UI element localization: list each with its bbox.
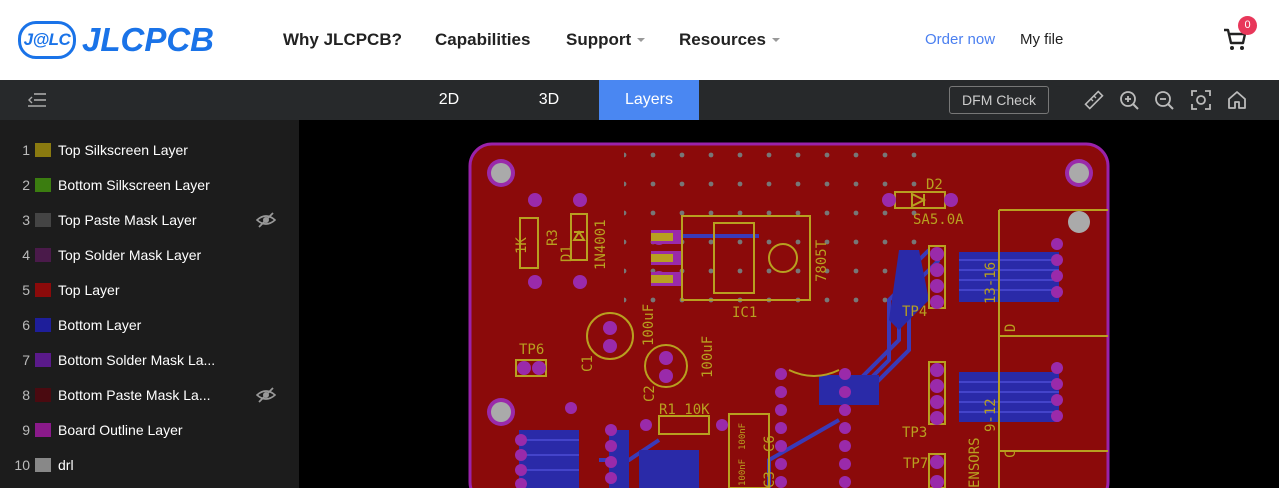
silk-9-12: 9-12 bbox=[983, 398, 999, 432]
silk-c: C bbox=[1003, 450, 1019, 458]
tab-layers[interactable]: Layers bbox=[599, 80, 699, 120]
nav-capabilities[interactable]: Capabilities bbox=[435, 0, 530, 80]
layer-number: 8 bbox=[22, 386, 30, 403]
layer-color-swatch bbox=[35, 422, 51, 437]
layer-color-swatch bbox=[35, 177, 51, 192]
layer-number: 7 bbox=[22, 351, 30, 368]
chevron-down-icon bbox=[637, 38, 646, 42]
eye-hidden-icon[interactable] bbox=[256, 386, 276, 404]
layer-item[interactable]: 10 drl bbox=[0, 447, 299, 482]
layer-item[interactable]: 4 Top Solder Mask Layer bbox=[0, 237, 299, 272]
nav-why-jlcpcb[interactable]: Why JLCPCB? bbox=[283, 0, 402, 80]
layer-label: Top Silkscreen Layer bbox=[58, 141, 188, 158]
layer-number: 3 bbox=[22, 211, 30, 228]
dfm-check-button[interactable]: DFM Check bbox=[949, 86, 1049, 114]
order-now-link[interactable]: Order now bbox=[925, 31, 995, 48]
layer-label: Top Solder Mask Layer bbox=[58, 246, 202, 263]
layer-label: Board Outline Layer bbox=[58, 421, 183, 438]
layer-number: 5 bbox=[22, 281, 30, 298]
layer-color-swatch bbox=[35, 247, 51, 262]
eye-hidden-icon[interactable] bbox=[256, 211, 276, 229]
tab-3d[interactable]: 3D bbox=[499, 80, 599, 120]
layer-label: Top Layer bbox=[58, 281, 120, 298]
layer-color-swatch bbox=[35, 282, 51, 297]
silk-1k: 1K bbox=[514, 237, 530, 254]
pcb-board-render: R3 1K D1 1N4001 D2 SA5.0A IC1 7805T TP6 … bbox=[468, 142, 1110, 488]
silk-c1: C1 bbox=[580, 355, 596, 372]
logo-badge: J@LC bbox=[18, 21, 76, 59]
layer-color-swatch bbox=[35, 317, 51, 332]
layer-number: 2 bbox=[22, 176, 30, 193]
nav-support[interactable]: Support bbox=[566, 0, 646, 80]
silk-tp7: TP7 bbox=[903, 456, 928, 472]
cart-count-badge: 0 bbox=[1238, 16, 1257, 35]
layer-color-swatch bbox=[35, 212, 51, 227]
fit-screen-icon[interactable] bbox=[1191, 90, 1211, 110]
nav-resources[interactable]: Resources bbox=[679, 0, 780, 80]
viewer-toolbar: 2D 3D Layers DFM Check bbox=[0, 80, 1279, 120]
layer-item[interactable]: 9 Board Outline Layer bbox=[0, 412, 299, 447]
layer-item[interactable]: 5 Top Layer bbox=[0, 272, 299, 307]
layer-item[interactable]: 1 Top Silkscreen Layer bbox=[0, 132, 299, 167]
layer-number: 6 bbox=[22, 316, 30, 333]
nav-label: Capabilities bbox=[435, 30, 531, 49]
layer-item[interactable]: 2 Bottom Silkscreen Layer bbox=[0, 167, 299, 202]
silk-d1: D1 bbox=[559, 245, 575, 262]
silk-ic1: IC1 bbox=[732, 305, 757, 321]
silk-r3: R3 bbox=[545, 229, 561, 246]
layer-color-swatch bbox=[35, 457, 51, 472]
nav-label: Resources bbox=[679, 30, 766, 49]
layer-number: 1 bbox=[22, 141, 30, 158]
silk-tp6: TP6 bbox=[519, 342, 544, 358]
silk-100uf-1: 100uF bbox=[641, 304, 657, 346]
silk-c6: C6 bbox=[762, 435, 778, 452]
silk-7805t: 7805T bbox=[814, 239, 830, 282]
silk-d2: D2 bbox=[926, 177, 943, 193]
layer-label: Bottom Solder Mask La... bbox=[58, 351, 216, 368]
collapse-menu-icon[interactable] bbox=[28, 92, 46, 108]
layer-item[interactable]: 3 Top Paste Mask Layer bbox=[0, 202, 299, 237]
silk-sensors: ENSORS bbox=[967, 437, 983, 488]
silk-tp3: TP3 bbox=[902, 425, 927, 441]
layer-item[interactable]: 8 Bottom Paste Mask La... bbox=[0, 377, 299, 412]
jlcpcb-logo[interactable]: J@LC JLCPCB bbox=[18, 18, 214, 62]
tab-2d[interactable]: 2D bbox=[399, 80, 499, 120]
layer-panel: 1 Top Silkscreen Layer 2 Bottom Silkscre… bbox=[0, 120, 299, 488]
layer-item[interactable]: 7 Bottom Solder Mask La... bbox=[0, 342, 299, 377]
silk-100nf-1: 100nF bbox=[738, 459, 748, 486]
site-header: J@LC JLCPCB Why JLCPCB? Capabilities Sup… bbox=[0, 0, 1279, 80]
silk-sa5: SA5.0A bbox=[913, 212, 964, 228]
ruler-icon[interactable] bbox=[1084, 90, 1104, 110]
zoom-in-icon[interactable] bbox=[1119, 90, 1139, 110]
layer-number: 4 bbox=[22, 246, 30, 263]
chevron-down-icon bbox=[771, 38, 780, 42]
silk-d: D bbox=[1003, 324, 1019, 332]
silk-100uf-2: 100uF bbox=[700, 336, 716, 378]
silk-13-16: 13-16 bbox=[983, 262, 999, 304]
home-icon[interactable] bbox=[1227, 90, 1247, 110]
layer-color-swatch bbox=[35, 142, 51, 157]
logo-text: JLCPCB bbox=[82, 21, 215, 58]
layer-label: Bottom Silkscreen Layer bbox=[58, 176, 210, 193]
layer-number: 10 bbox=[14, 456, 30, 473]
nav-label: Support bbox=[566, 30, 632, 49]
layer-label: Top Paste Mask Layer bbox=[58, 211, 197, 228]
layer-item[interactable]: 6 Bottom Layer bbox=[0, 307, 299, 342]
layer-label: Bottom Layer bbox=[58, 316, 142, 333]
nav-label: Why JLCPCB? bbox=[283, 30, 402, 49]
my-file-link[interactable]: My file bbox=[1020, 31, 1063, 48]
layer-label: Bottom Paste Mask La... bbox=[58, 386, 211, 403]
silk-r1: R1 10K bbox=[659, 402, 710, 418]
silk-1n4001: 1N4001 bbox=[593, 219, 609, 270]
silk-c3: C3 bbox=[762, 471, 778, 488]
silk-100nf-2: 100nF bbox=[738, 423, 748, 450]
layer-color-swatch bbox=[35, 352, 51, 367]
pcb-canvas[interactable]: R3 1K D1 1N4001 D2 SA5.0A IC1 7805T TP6 … bbox=[299, 120, 1279, 488]
silk-tp4: TP4 bbox=[902, 304, 927, 320]
layer-number: 9 bbox=[22, 421, 30, 438]
silk-c2: C2 bbox=[642, 385, 658, 402]
layer-color-swatch bbox=[35, 387, 51, 402]
zoom-out-icon[interactable] bbox=[1154, 90, 1174, 110]
layer-label: drl bbox=[58, 456, 74, 473]
